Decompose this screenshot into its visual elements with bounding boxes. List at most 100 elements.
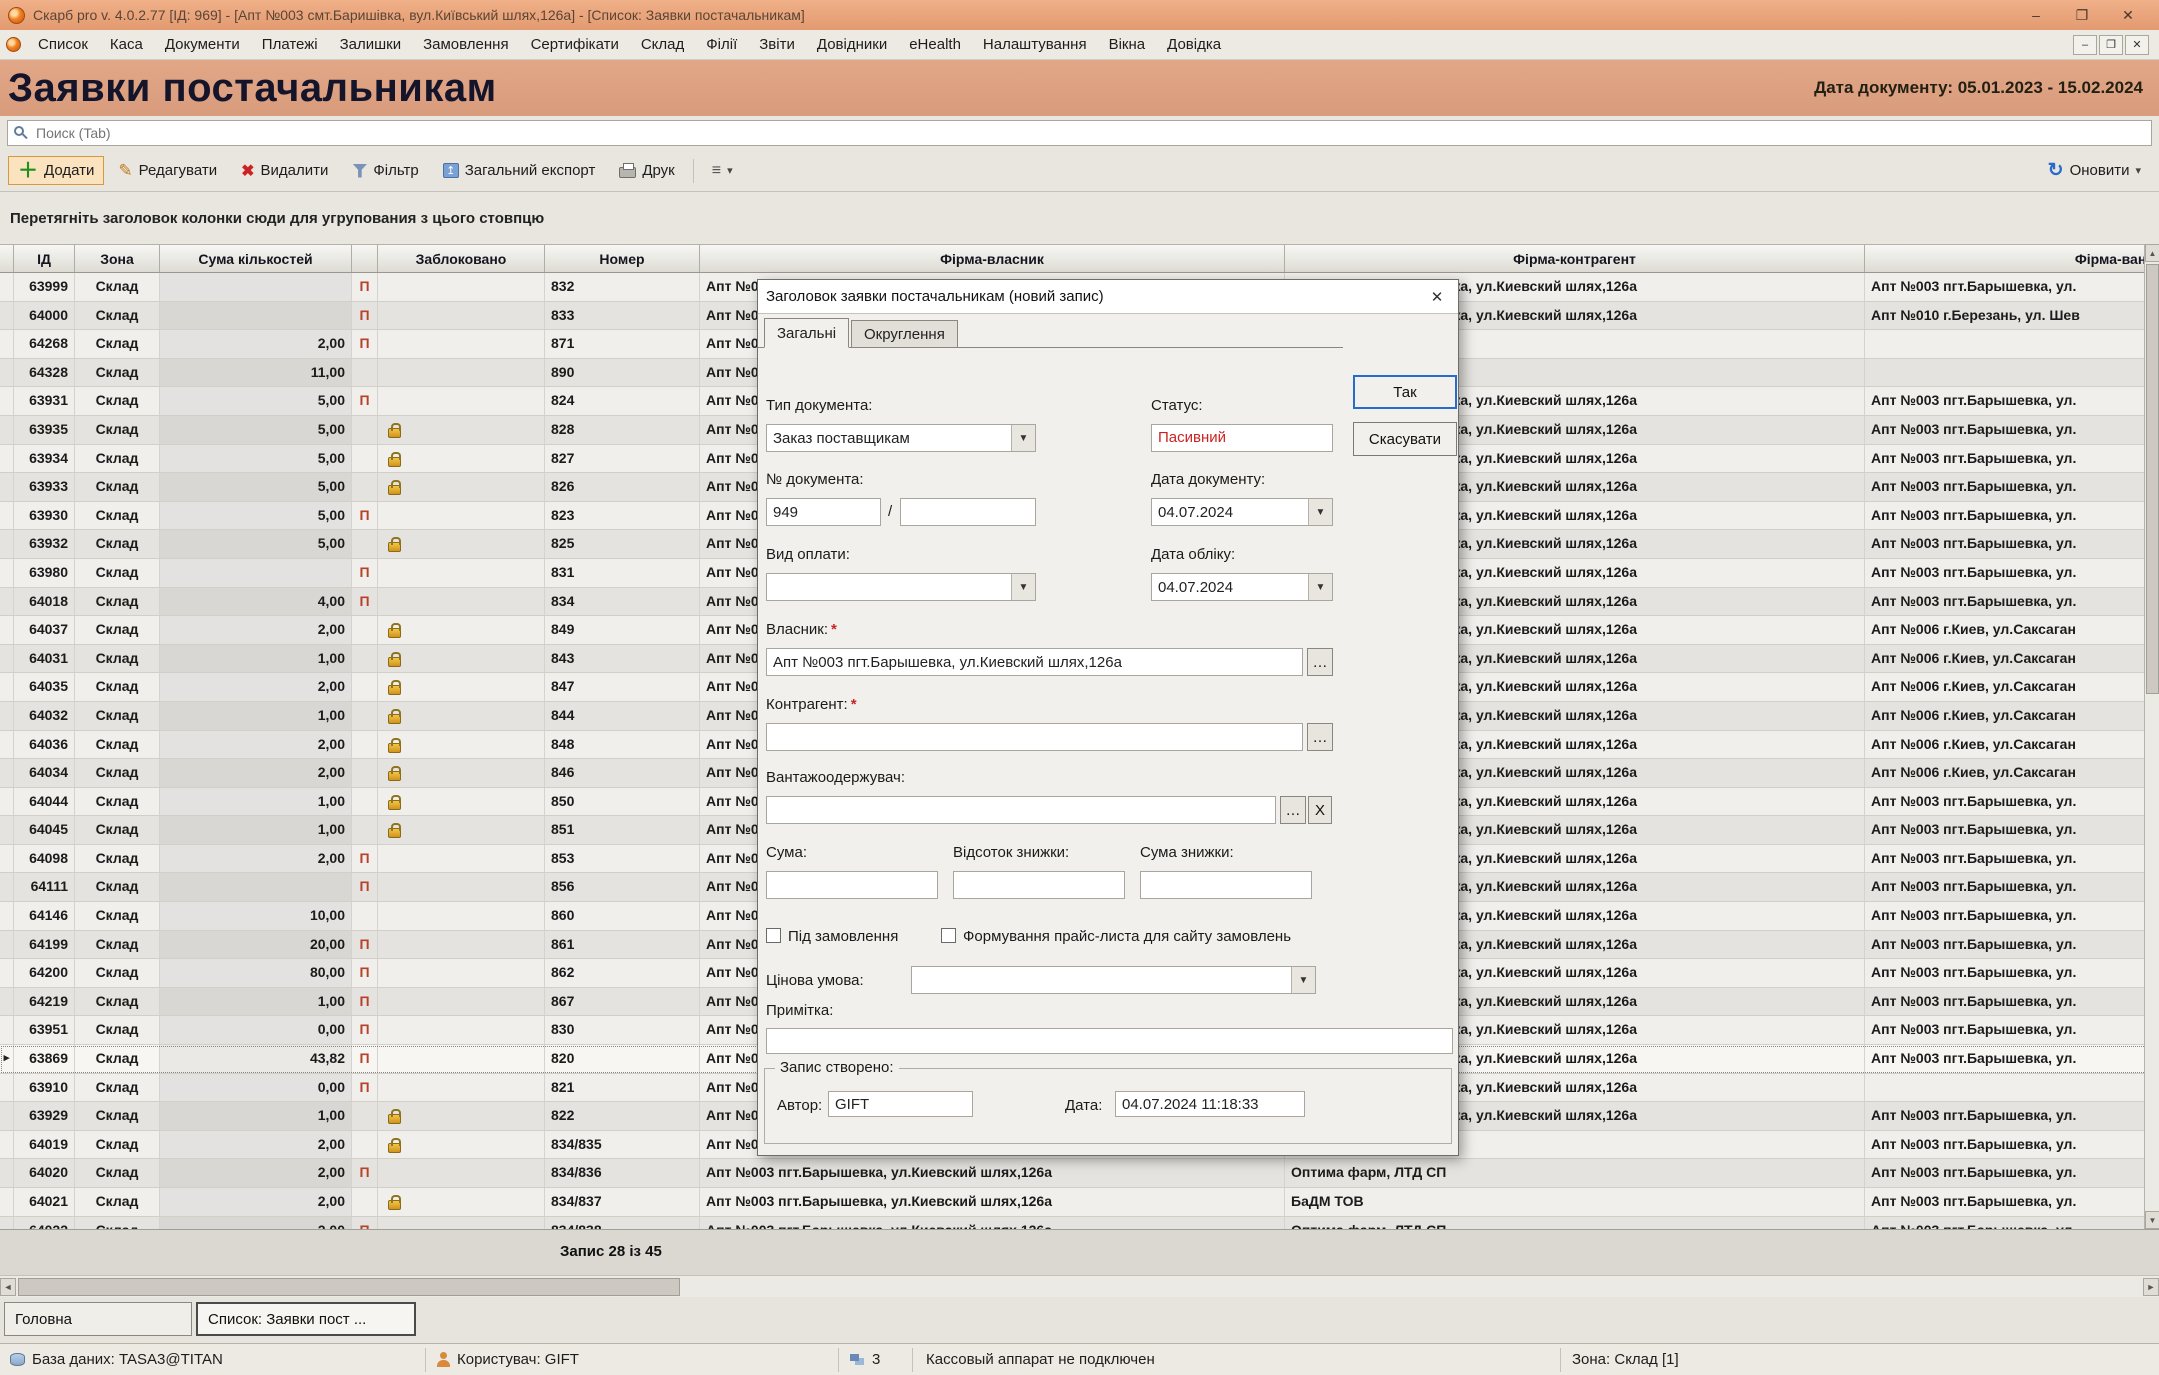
horizontal-scrollbar-thumb[interactable] [18, 1278, 680, 1296]
chevron-down-icon[interactable]: ▼ [1291, 967, 1315, 993]
chevron-down-icon[interactable]: ▼ [1308, 574, 1332, 600]
sum-input[interactable] [766, 871, 938, 899]
column-header-contragent[interactable]: Фірма-контрагент [1285, 245, 1865, 272]
print-button[interactable]: Друк [609, 156, 684, 185]
cell-number: 827 [545, 445, 700, 473]
menu-item-вікна[interactable]: Вікна [1098, 32, 1157, 57]
cancel-button[interactable]: Скасувати [1353, 422, 1457, 456]
mdi-minimize-button[interactable]: – [2073, 35, 2097, 55]
dialog-tab-rounding[interactable]: Округлення [851, 320, 958, 348]
menu-item-платежі[interactable]: Платежі [251, 32, 329, 57]
cell-consignee: Апт №006 г.Киев, ул.Саксаган [1865, 702, 2159, 730]
menu-item-каса[interactable]: Каса [99, 32, 154, 57]
cell-icon [0, 1217, 14, 1229]
menu-item-склад[interactable]: Склад [630, 32, 695, 57]
column-header-icon[interactable] [0, 245, 14, 272]
column-header-zone[interactable]: Зона [75, 245, 160, 272]
menu-item-довідники[interactable]: Довідники [806, 32, 898, 57]
minimize-button[interactable]: – [2013, 0, 2059, 30]
discount-percent-input[interactable] [953, 871, 1125, 899]
discount-sum-input[interactable] [1140, 871, 1312, 899]
owner-browse-button[interactable]: … [1307, 648, 1333, 676]
cell-blocked [378, 645, 545, 673]
menu-item-звіти[interactable]: Звіти [748, 32, 806, 57]
column-header-consignee[interactable]: Фірма-вантажоодержувач [1865, 245, 2159, 272]
menu-item-документи[interactable]: Документи [154, 32, 251, 57]
mdi-close-button[interactable]: ✕ [2125, 35, 2149, 55]
consignee-browse-button[interactable]: … [1280, 796, 1306, 824]
scroll-up-arrow[interactable]: ▲ [2145, 244, 2159, 262]
column-header-flag[interactable] [352, 245, 378, 272]
dialog-close-icon[interactable]: ✕ [1424, 285, 1450, 309]
menu-item-довідка[interactable]: Довідка [1156, 32, 1232, 57]
table-row[interactable]: 64020Склад2,00П834/836Апт №003 пгт.Барыш… [0, 1159, 2159, 1188]
account-date-combo[interactable]: 04.07.2024 ▼ [1151, 573, 1333, 601]
chevron-down-icon[interactable]: ▼ [1011, 425, 1035, 451]
cell-blocked [378, 702, 545, 730]
table-row[interactable]: 64022Склад2,00П834/838Апт №003 пгт.Барыш… [0, 1217, 2159, 1229]
column-header-blocked[interactable]: Заблоковано [378, 245, 545, 272]
note-input[interactable] [766, 1028, 1453, 1054]
chevron-down-icon[interactable]: ▼ [1011, 574, 1035, 600]
table-row[interactable]: 64021Склад2,00834/837Апт №003 пгт.Барыше… [0, 1188, 2159, 1217]
column-header-number[interactable]: Номер [545, 245, 700, 272]
menu-item-ehealth[interactable]: eHealth [898, 32, 972, 57]
export-button[interactable]: ↥ Загальний експорт [433, 156, 606, 185]
menu-item-список[interactable]: Список [27, 32, 99, 57]
menu-item-залишки[interactable]: Залишки [329, 32, 413, 57]
menu-item-налаштування[interactable]: Налаштування [972, 32, 1098, 57]
required-asterisk: * [851, 696, 857, 713]
add-button-label: Додати [44, 162, 94, 179]
doc-date-combo[interactable]: 04.07.2024 ▼ [1151, 498, 1333, 526]
contragent-input[interactable] [766, 723, 1303, 751]
search-input[interactable] [7, 120, 2152, 146]
doc-type-combo[interactable]: Заказ поставщикам ▼ [766, 424, 1036, 452]
column-header-qty[interactable]: Сума кількостей [160, 245, 352, 272]
delete-button[interactable]: ✖ Видалити [231, 155, 338, 187]
column-header-owner[interactable]: Фірма-власник [700, 245, 1285, 272]
vertical-scrollbar[interactable]: ▲ ▼ [2144, 244, 2159, 1229]
horizontal-scrollbar[interactable]: ◄ ► [0, 1275, 2159, 1297]
status-zone-text: Зона: Склад [1] [1572, 1351, 1679, 1368]
cell-blocked [378, 1217, 545, 1229]
add-button[interactable]: ＋ Додати [8, 156, 104, 185]
owner-input[interactable] [766, 648, 1303, 676]
doc-number2-input[interactable] [900, 498, 1036, 526]
cell-consignee: Апт №003 пгт.Барышевка, ул. [1865, 959, 2159, 987]
consignee-clear-button[interactable]: X [1308, 796, 1332, 824]
column-header-id[interactable]: ІД [14, 245, 75, 272]
chevron-down-icon[interactable]: ▼ [1308, 499, 1332, 525]
cell-number: 851 [545, 816, 700, 844]
close-button[interactable]: ✕ [2105, 0, 2151, 30]
scroll-left-arrow[interactable]: ◄ [0, 1278, 16, 1296]
vertical-scrollbar-thumb[interactable] [2146, 264, 2159, 694]
price-condition-combo[interactable]: ▼ [911, 966, 1316, 994]
menu-item-замовлення[interactable]: Замовлення [412, 32, 519, 57]
refresh-button[interactable]: ↻ Оновити ▾ [2038, 156, 2151, 185]
created-date-input[interactable] [1115, 1091, 1305, 1117]
author-input[interactable] [828, 1091, 973, 1117]
doc-number-input[interactable] [766, 498, 881, 526]
menu-item-сертифікати[interactable]: Сертифікати [520, 32, 630, 57]
consignee-input[interactable] [766, 796, 1276, 824]
dialog-tab-general[interactable]: Загальні [764, 318, 849, 348]
price-list-checkbox[interactable] [941, 928, 956, 943]
cell-id: 64035 [14, 673, 75, 701]
contragent-browse-button[interactable]: … [1307, 723, 1333, 751]
menu-item-філії[interactable]: Філії [695, 32, 748, 57]
view-options-button[interactable]: ≡ ▾ [702, 156, 743, 186]
tab-home[interactable]: Головна [4, 1302, 192, 1336]
cell-qty: 5,00 [160, 530, 352, 558]
scroll-right-arrow[interactable]: ► [2143, 1278, 2159, 1296]
cell-blocked [378, 1016, 545, 1044]
maximize-button[interactable]: ❐ [2059, 0, 2105, 30]
filter-button[interactable]: Фільтр [342, 156, 428, 185]
ok-button[interactable]: Так [1353, 375, 1457, 409]
tab-supplier-requests-list[interactable]: Список: Заявки пост ... [196, 1302, 416, 1336]
sum-label: Сума: [766, 844, 807, 861]
scroll-down-arrow[interactable]: ▼ [2145, 1211, 2159, 1229]
edit-button[interactable]: ✎ Редагувати [108, 155, 227, 187]
pay-type-combo[interactable]: ▼ [766, 573, 1036, 601]
mdi-restore-button[interactable]: ❐ [2099, 35, 2123, 55]
on-order-checkbox[interactable] [766, 928, 781, 943]
